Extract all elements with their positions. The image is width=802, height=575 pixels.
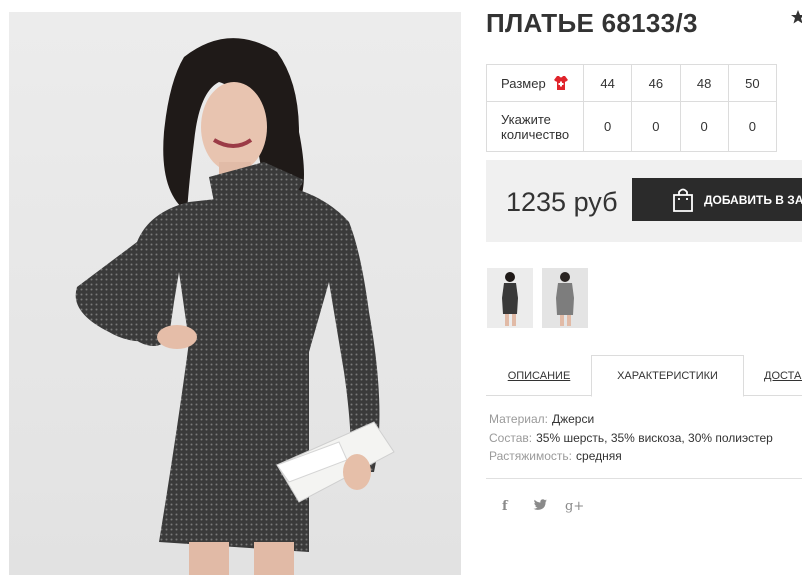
quantity-input-44[interactable]: 0 bbox=[582, 101, 633, 152]
buy-box: 1235 руб ДОБАВИТЬ В ЗАКАЗ bbox=[486, 160, 802, 242]
quantity-input-50[interactable]: 0 bbox=[727, 101, 778, 152]
quantity-input-48[interactable]: 0 bbox=[679, 101, 729, 152]
size-label-cell: Размер bbox=[486, 64, 584, 102]
star-icon[interactable] bbox=[791, 10, 802, 24]
add-to-cart-label: ДОБАВИТЬ В ЗАКАЗ bbox=[704, 192, 802, 207]
size-label: Размер bbox=[501, 75, 546, 91]
product-main-image[interactable] bbox=[9, 12, 461, 575]
specs-list: Материал: Джерси Состав: 35% шерсть, 35% в… bbox=[489, 410, 773, 466]
tab-description[interactable]: ОПИСАНИЕ bbox=[486, 355, 592, 396]
spec-row: Материал: Джерси bbox=[489, 410, 773, 429]
spec-row: Растяжимость: средняя bbox=[489, 447, 773, 466]
size-44: 44 bbox=[582, 64, 633, 102]
thumbnail-image bbox=[502, 272, 518, 326]
info-tabs: ОПИСАНИЕ ХАРАКТЕРИСТИКИ ДОСТАВКА bbox=[486, 355, 802, 397]
thumbnail-2[interactable] bbox=[542, 268, 588, 328]
quantity-label: Укажите количество bbox=[486, 101, 584, 152]
dress-size-icon[interactable] bbox=[553, 75, 569, 91]
spec-value: средняя bbox=[576, 449, 622, 463]
google-plus-icon[interactable]: g+ bbox=[565, 499, 584, 514]
thumbnail-1[interactable] bbox=[487, 268, 533, 328]
add-to-cart-button[interactable]: ДОБАВИТЬ В ЗАКАЗ bbox=[632, 178, 802, 221]
price: 1235 руб bbox=[506, 187, 618, 217]
spec-key: Растяжимость: bbox=[489, 449, 573, 463]
twitter-bird-icon bbox=[533, 499, 547, 510]
spec-row: Состав: 35% шерсть, 35% вискоза, 30% поли… bbox=[489, 429, 773, 448]
quantity-row: Укажите количество 0 0 0 0 bbox=[486, 101, 778, 152]
size-row: Размер 44 46 48 50 bbox=[486, 64, 778, 102]
quantity-input-46[interactable]: 0 bbox=[631, 101, 681, 152]
spec-value: Джерси bbox=[551, 412, 595, 426]
twitter-icon[interactable] bbox=[533, 499, 547, 514]
facebook-icon[interactable]: f bbox=[502, 499, 508, 514]
product-title: ПЛАТЬЕ 68133/3 bbox=[486, 8, 698, 38]
spec-key: Состав: bbox=[489, 430, 533, 445]
model-photo bbox=[75, 38, 395, 575]
divider bbox=[486, 478, 802, 479]
size-50: 50 bbox=[727, 64, 778, 102]
tab-characteristics[interactable]: ХАРАКТЕРИСТИКИ bbox=[591, 355, 744, 397]
shopping-bag-icon bbox=[673, 188, 693, 212]
tab-delivery[interactable]: ДОСТАВКА bbox=[744, 355, 802, 396]
size-48: 48 bbox=[679, 64, 729, 102]
spec-key: Материал: bbox=[489, 412, 548, 426]
size-table: Размер 44 46 48 50 Укажите количество 0 … bbox=[486, 64, 778, 152]
thumbnail-image bbox=[556, 272, 574, 326]
spec-value: 35% шерсть, 35% вискоза, 30% полиэстер bbox=[536, 430, 773, 445]
size-46: 46 bbox=[631, 64, 681, 102]
